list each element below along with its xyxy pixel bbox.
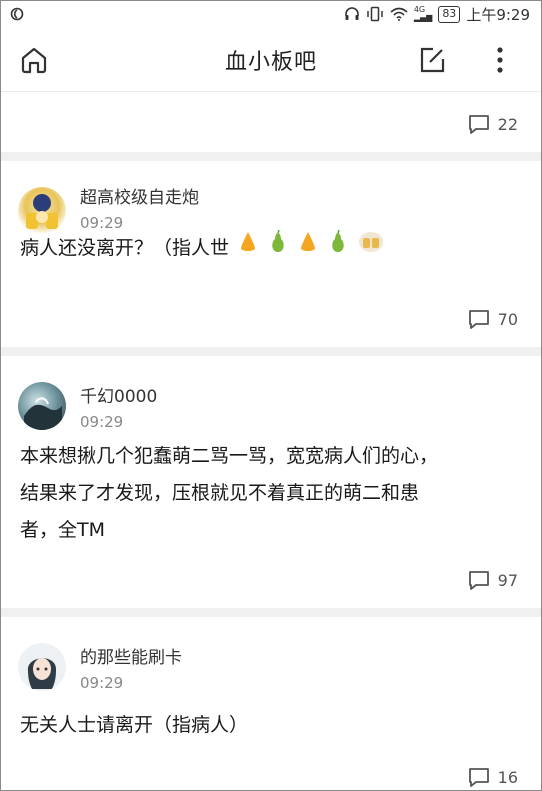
nose-emoji bbox=[237, 230, 259, 267]
comment-count-button[interactable]: 16 bbox=[468, 767, 518, 787]
comment-count-button[interactable]: 97 bbox=[468, 570, 518, 590]
title-bar: 血小板吧 bbox=[0, 28, 542, 92]
nose-emoji bbox=[297, 230, 319, 267]
post-text[interactable]: 本来想揪几个犯蠢萌二骂一骂，宽宽病人们的心， 结果来了才发现，压根就见不着真正的… bbox=[20, 438, 522, 549]
vibrate-icon bbox=[366, 6, 384, 22]
post-card[interactable]: 的那些能刷卡 09:29 无关人士请离开（指病人） 16 bbox=[0, 617, 542, 791]
avatar[interactable] bbox=[18, 643, 66, 691]
post-text-line: 结果来了才发现，压根就见不着真正的萌二和患 bbox=[20, 482, 420, 504]
comment-count: 22 bbox=[497, 114, 518, 134]
avatar[interactable] bbox=[18, 187, 66, 235]
signal-icon: ▂▄▆ bbox=[413, 13, 433, 22]
comment-icon bbox=[468, 768, 489, 787]
comment-count-button[interactable]: 22 bbox=[468, 114, 518, 134]
headset-icon bbox=[344, 6, 360, 22]
comment-icon bbox=[468, 571, 489, 590]
page-title: 血小板吧 bbox=[224, 49, 317, 75]
beer-emoji bbox=[357, 230, 385, 267]
separator bbox=[0, 152, 542, 161]
more-icon bbox=[497, 47, 503, 73]
post-text[interactable]: 无关人士请离开（指病人） bbox=[20, 707, 522, 744]
post-card-partial[interactable]: 22 bbox=[0, 92, 542, 152]
network-indicator: 4G ▂▄▆ bbox=[414, 6, 432, 22]
pear-emoji bbox=[267, 229, 289, 267]
separator bbox=[0, 608, 542, 617]
compose-icon bbox=[420, 47, 445, 73]
post-text-line: 者，全TM bbox=[20, 519, 105, 541]
clock: 上午9:29 bbox=[466, 5, 530, 24]
post-card[interactable]: 千幻0000 09:29 本来想揪几个犯蠢萌二骂一骂，宽宽病人们的心， 结果来了… bbox=[0, 356, 542, 608]
status-bar: 4G ▂▄▆ 83 上午9:29 bbox=[0, 0, 542, 28]
post-time: 09:29 bbox=[80, 674, 124, 692]
comment-count: 97 bbox=[497, 570, 518, 590]
comment-count-button[interactable]: 70 bbox=[468, 309, 518, 329]
comment-count: 70 bbox=[497, 309, 518, 329]
home-icon bbox=[21, 47, 47, 74]
battery-indicator: 83 bbox=[438, 5, 461, 23]
avatar[interactable] bbox=[18, 382, 66, 430]
post-text[interactable]: 病人还没离开？（指人世 bbox=[20, 229, 522, 267]
pear-emoji bbox=[327, 229, 349, 267]
username[interactable]: 超高校级自走炮 bbox=[80, 183, 199, 208]
comment-icon bbox=[468, 310, 489, 329]
wifi-icon bbox=[390, 7, 408, 21]
username[interactable]: 的那些能刷卡 bbox=[80, 643, 182, 668]
comment-count: 16 bbox=[497, 767, 518, 787]
post-feed[interactable]: 22 超高校级自走炮 09:29 病人还没离开？（指人世 70 千幻0000 0… bbox=[0, 92, 542, 791]
post-card[interactable]: 超高校级自走炮 09:29 病人还没离开？（指人世 70 bbox=[0, 161, 542, 347]
username[interactable]: 千幻0000 bbox=[80, 382, 157, 407]
more-button[interactable] bbox=[482, 42, 518, 78]
app-notification-icon bbox=[10, 7, 24, 21]
separator bbox=[0, 347, 542, 356]
post-text-content: 病人还没离开？（指人世 bbox=[20, 237, 230, 259]
compose-button[interactable] bbox=[414, 42, 450, 78]
home-button[interactable] bbox=[16, 42, 52, 78]
post-time: 09:29 bbox=[80, 413, 124, 431]
post-text-line: 本来想揪几个犯蠢萌二骂一骂，宽宽病人们的心， bbox=[20, 445, 439, 467]
comment-icon bbox=[468, 115, 489, 134]
